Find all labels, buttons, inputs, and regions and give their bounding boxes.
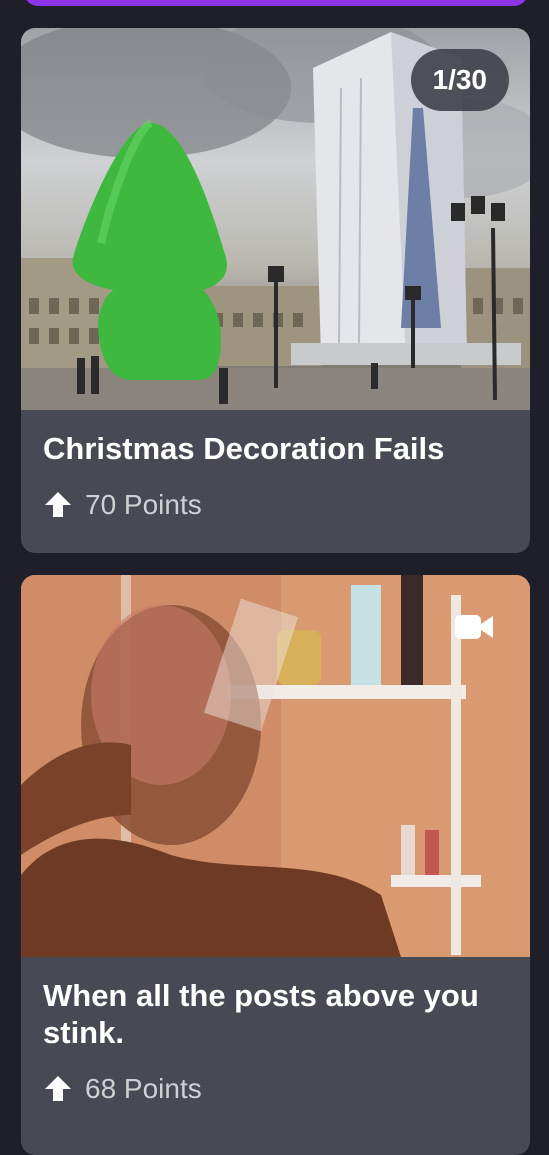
- post-title[interactable]: When all the posts above you stink.: [21, 977, 530, 1051]
- post-card[interactable]: When all the posts above you stink. 68 P…: [21, 575, 530, 1155]
- points-label: 70 Points: [85, 489, 202, 520]
- video-camera-icon: [455, 615, 493, 639]
- post-points: 68 Points: [21, 1073, 530, 1105]
- post-image[interactable]: 1/30: [21, 28, 530, 410]
- points-label: 68 Points: [85, 1073, 202, 1104]
- previous-card-edge: [24, 0, 528, 6]
- post-video-thumbnail[interactable]: [21, 575, 530, 957]
- post-card[interactable]: 1/30 Christmas Decoration Fails 70 Point…: [21, 28, 530, 553]
- post-points: 70 Points: [21, 489, 530, 521]
- upvote-arrow-icon[interactable]: [43, 490, 73, 520]
- post-video-illustration: [21, 575, 530, 957]
- post-title[interactable]: Christmas Decoration Fails: [21, 430, 530, 467]
- gallery-counter-badge: 1/30: [410, 49, 509, 111]
- upvote-arrow-icon[interactable]: [43, 1074, 73, 1104]
